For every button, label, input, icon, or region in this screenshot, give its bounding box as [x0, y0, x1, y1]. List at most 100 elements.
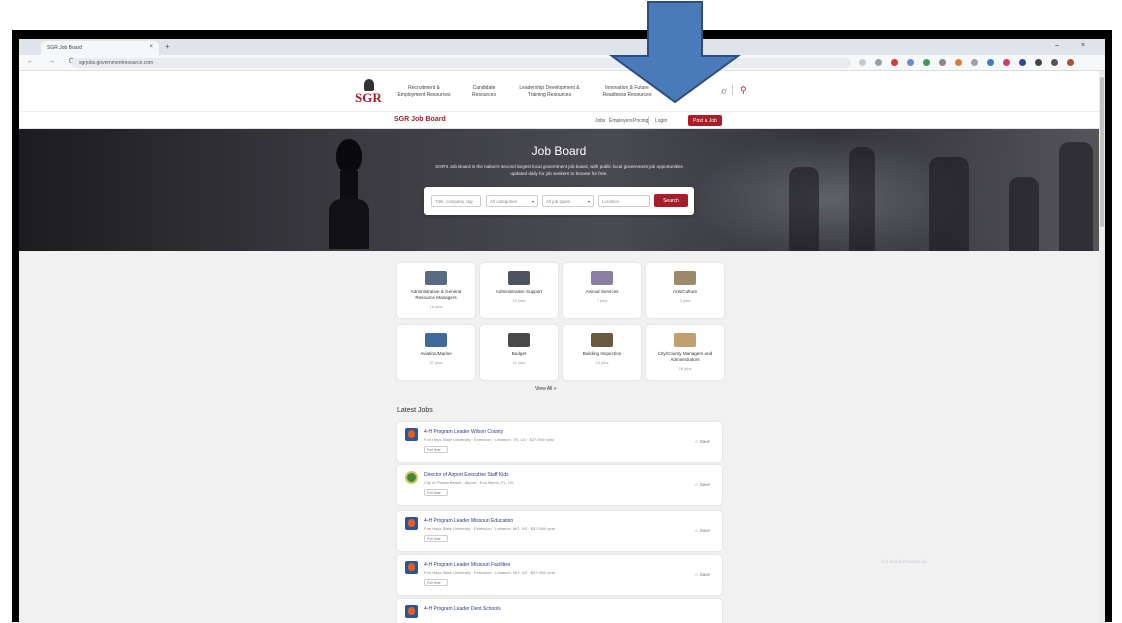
extension-icon[interactable]: [923, 59, 930, 66]
employer-logo: [405, 428, 418, 441]
extension-icon[interactable]: [1003, 59, 1010, 66]
extension-icon[interactable]: [987, 59, 994, 66]
category-name: City/County Managers and Administrators: [657, 351, 713, 362]
menu-leadership[interactable]: Leadership Development & Training Resour…: [507, 85, 592, 99]
address-bar-row: ← → C sgrjobs.governmentresource.com: [19, 55, 1105, 71]
nav-link-employers[interactable]: Employers: [609, 118, 633, 124]
category-card[interactable]: Administrative Support 10 jobs: [480, 263, 558, 318]
category-select[interactable]: All categories ▾: [486, 195, 538, 207]
job-listing[interactable]: 4-H Program Leader Dent Schools: [397, 599, 722, 623]
job-listing[interactable]: 4-H Program Leader Missouri Facilities F…: [397, 555, 722, 595]
search-button[interactable]: Search: [654, 194, 688, 207]
extension-icon[interactable]: [907, 59, 914, 66]
category-name: Aviation/Marine: [420, 351, 452, 356]
nav-link-jobs[interactable]: Jobs: [595, 118, 606, 124]
site-header: SGR Recruitment & Employment Resources C…: [19, 71, 1099, 111]
menu-recruitment[interactable]: Recruitment & Employment Resources: [389, 85, 459, 99]
save-job-button[interactable]: ☆ Save: [694, 439, 710, 445]
footer-badge: Job Board Powered by: [881, 559, 927, 564]
extension-icon[interactable]: [1035, 59, 1042, 66]
chevron-down-icon: ▾: [531, 199, 534, 204]
divider: [732, 85, 733, 95]
menu-label-line2: Employment Resources: [397, 92, 451, 98]
scrollbar-thumb[interactable]: [1100, 77, 1104, 227]
save-job-button[interactable]: ☆ Save: [694, 528, 710, 534]
menu-label-line2: Resources: [472, 92, 496, 98]
menu-candidate[interactable]: Candidate Resources: [459, 85, 509, 99]
category-name: Arts/Culture: [672, 289, 698, 294]
logo-text: SGR: [355, 90, 382, 105]
location-input[interactable]: Location: [598, 195, 650, 207]
menu-label-line1: Leadership Development &: [519, 85, 580, 91]
job-type-tag: Full time: [424, 535, 448, 542]
category-image: [674, 333, 696, 347]
sgr-logo[interactable]: SGR: [355, 79, 385, 105]
extension-icon[interactable]: [971, 59, 978, 66]
employer-logo: [405, 561, 418, 574]
nav-link-pricing[interactable]: Pricing: [633, 118, 648, 124]
category-count: 11 jobs: [512, 360, 526, 365]
job-title[interactable]: Director of Airport Executive Staff Kids: [424, 472, 509, 478]
category-image: [425, 271, 447, 285]
category-card[interactable]: Budget 11 jobs: [480, 325, 558, 380]
post-a-job-button[interactable]: Post a Job: [688, 115, 722, 126]
job-meta: City of Florida Beach · Airport · Fort M…: [424, 480, 514, 485]
job-listing[interactable]: 4-H Program Leader Wilson County Fort Ha…: [397, 422, 722, 462]
menu-innovation[interactable]: Innovation & Future Readiness Resources: [592, 85, 662, 99]
job-board-title[interactable]: SGR Job Board: [394, 116, 446, 123]
job-title[interactable]: 4-H Program Leader Missouri Facilities: [424, 562, 510, 568]
job-board-nav: SGR Job Board Jobs Employers Pricing Log…: [19, 111, 1099, 129]
url-input[interactable]: sgrjobs.governmentresource.com: [71, 58, 851, 68]
extension-icon[interactable]: [891, 59, 898, 66]
category-card[interactable]: Administrative & General Resource Manage…: [397, 263, 475, 318]
job-meta: Fort Hays State University · Extension ·…: [424, 570, 556, 575]
category-count: 10 jobs: [512, 298, 526, 303]
category-image: [674, 271, 696, 285]
scrollbar[interactable]: [1099, 71, 1105, 623]
employer-logo: [405, 471, 418, 484]
window-controls[interactable]: – ×: [1055, 42, 1095, 49]
extension-icon[interactable]: [939, 59, 946, 66]
extension-icon[interactable]: [1019, 59, 1026, 66]
save-job-button[interactable]: ☆ Save: [694, 572, 710, 578]
save-job-button[interactable]: ☆ Save: [694, 482, 710, 488]
tab-close-icon[interactable]: ×: [149, 44, 153, 50]
category-name: Animal Services: [585, 289, 619, 294]
hero-banner: Job Board SGR's Job Board is the nation'…: [19, 129, 1099, 251]
search-icon[interactable]: ⚲: [740, 85, 747, 96]
employer-logo: [405, 517, 418, 530]
category-card[interactable]: Animal Services 7 jobs: [563, 263, 641, 318]
job-title[interactable]: 4-H Program Leader Dent Schools: [424, 606, 501, 612]
category-card[interactable]: Arts/Culture 3 jobs: [646, 263, 724, 318]
cart-icon[interactable]: ⌭: [721, 87, 727, 97]
category-name: Administrative & General Resource Manage…: [410, 289, 462, 300]
category-card[interactable]: City/County Managers and Administrators …: [646, 325, 724, 380]
avatar[interactable]: [1067, 59, 1074, 66]
job-type-value: All job types: [546, 199, 571, 204]
browser-tab[interactable]: SGR Job Board ×: [41, 41, 159, 55]
tab-bar: SGR Job Board × + – ×: [19, 39, 1105, 55]
category-card[interactable]: Aviation/Marine 27 jobs: [397, 325, 475, 380]
category-count: 26 jobs: [678, 366, 692, 371]
nav-link-login[interactable]: Login: [655, 118, 667, 124]
star-icon[interactable]: [875, 59, 882, 66]
extension-icon[interactable]: [955, 59, 962, 66]
new-tab-icon[interactable]: +: [165, 42, 170, 51]
job-listing[interactable]: Director of Airport Executive Staff Kids…: [397, 465, 722, 505]
extension-icons: [859, 59, 1074, 66]
profile-icon[interactable]: [1051, 59, 1058, 66]
view-all-link[interactable]: View All »: [535, 386, 557, 392]
job-title[interactable]: 4-H Program Leader Wilson County: [424, 429, 503, 435]
menu-label-line2: Readiness Resources: [602, 92, 652, 98]
category-count: 16 jobs: [429, 304, 443, 309]
keyword-input[interactable]: Title, company, tag: [431, 195, 481, 207]
job-title[interactable]: 4-H Program Leader Missouri Education: [424, 518, 513, 524]
category-card[interactable]: Building Inspection 15 jobs: [563, 325, 641, 380]
job-type-select[interactable]: All job types ▾: [542, 195, 594, 207]
menu-label-line1: Innovation & Future: [605, 85, 649, 91]
zoom-icon[interactable]: [859, 59, 866, 66]
job-listing[interactable]: 4-H Program Leader Missouri Education Fo…: [397, 511, 722, 551]
browser-window: SGR Job Board × + – × ← → C sgrjobs.gove…: [19, 39, 1105, 623]
employer-logo: [405, 605, 418, 618]
category-count: 15 jobs: [595, 360, 609, 365]
